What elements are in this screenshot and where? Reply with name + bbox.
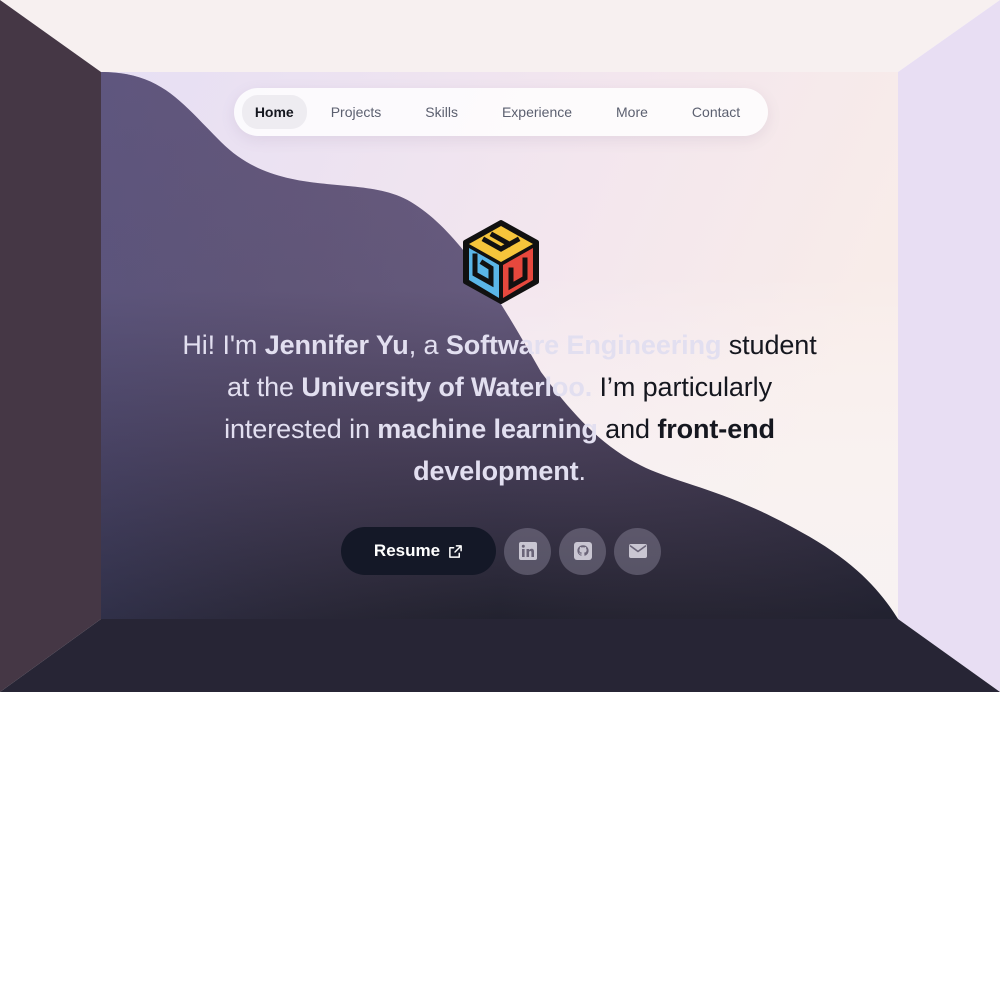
linkedin-button[interactable] (504, 527, 551, 575)
github-icon (573, 542, 592, 560)
intro-text-part: student (721, 330, 817, 360)
resume-button[interactable]: Resume (341, 527, 496, 575)
email-button[interactable] (614, 527, 661, 575)
hero-section: Home Projects Skills Experience More Con… (101, 72, 898, 619)
intro-text: Hi! I'm Jennifer Yu, a Software Engineer… (141, 324, 858, 492)
nav-more[interactable]: More (596, 95, 668, 129)
email-icon (628, 544, 647, 558)
program-text: Software Engineering (445, 330, 722, 360)
action-row: Resume (341, 527, 661, 575)
intro-text-part: Hi! I'm (182, 330, 265, 360)
intro-line-1: Hi! I'm Jennifer Yu, a Software Engineer… (141, 324, 858, 366)
ml-text: machine learning (377, 414, 598, 444)
linkedin-icon (518, 542, 537, 560)
nav-contact[interactable]: Contact (672, 95, 760, 129)
intro-text-part: and (597, 414, 658, 444)
nav-projects[interactable]: Projects (311, 95, 402, 129)
floor (0, 619, 1000, 692)
development-text: development (413, 456, 579, 486)
cube-logo-icon (463, 220, 539, 304)
intro-text-part: . (578, 456, 587, 486)
external-link-icon (449, 544, 462, 558)
room-scene: Home Projects Skills Experience More Con… (0, 0, 1000, 692)
university-text: University of Waterloo. (301, 372, 593, 402)
frontend-text: front-end (657, 414, 775, 444)
right-wall (898, 0, 1000, 692)
resume-button-label: Resume (373, 541, 441, 560)
nav-home[interactable]: Home (241, 95, 307, 129)
name-text: Jennifer Yu (264, 330, 409, 360)
intro-text-part: at the (227, 372, 302, 402)
intro-text-part: interested in (224, 414, 378, 444)
left-wall (0, 0, 101, 692)
intro-line-3: interested in machine learning and front… (141, 408, 858, 450)
nav-experience[interactable]: Experience (482, 95, 592, 129)
github-button[interactable] (559, 527, 606, 575)
top-nav: Home Projects Skills Experience More Con… (234, 88, 768, 136)
intro-text-part: I’m particularly (592, 372, 773, 402)
intro-line-4: development. (141, 450, 858, 492)
nav-skills[interactable]: Skills (405, 95, 478, 129)
intro-text-part: , a (408, 330, 446, 360)
ceiling (0, 0, 1000, 72)
intro-line-2: at the University of Waterloo. I’m parti… (141, 366, 858, 408)
